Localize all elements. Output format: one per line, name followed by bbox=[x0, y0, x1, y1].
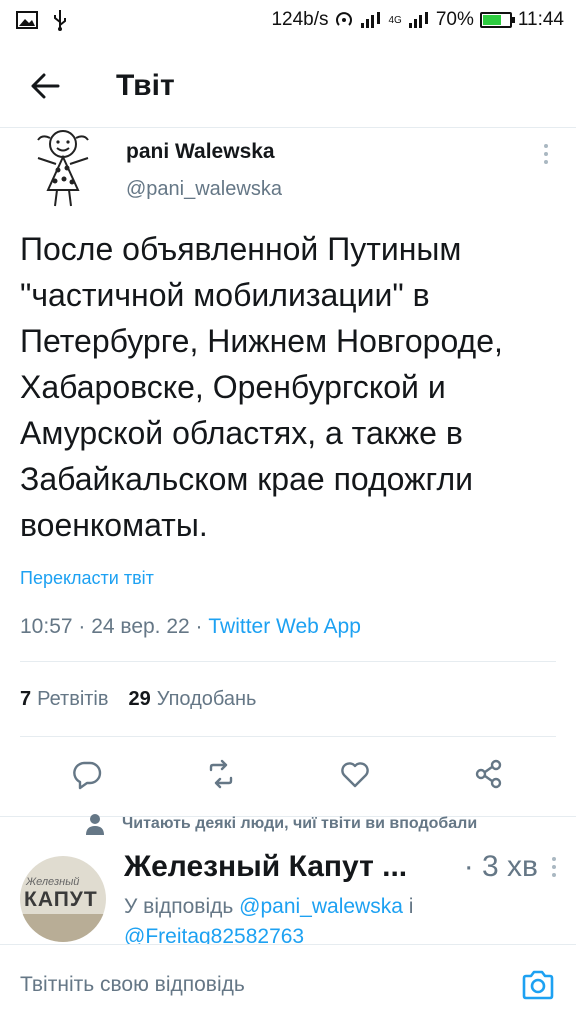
back-button[interactable] bbox=[0, 44, 90, 128]
retweet-button[interactable] bbox=[205, 758, 237, 795]
heart-icon bbox=[341, 762, 369, 788]
network-speed: 124b/s bbox=[271, 9, 329, 30]
top-app-bar: Твіт bbox=[0, 44, 576, 128]
avatar[interactable] bbox=[20, 124, 106, 210]
like-button[interactable] bbox=[339, 758, 371, 795]
likes-label: Уподобань bbox=[156, 687, 257, 710]
reply-button[interactable] bbox=[71, 758, 103, 795]
reply-body: Железный Капут ... · 3 хв У відповідь @p… bbox=[124, 850, 556, 944]
battery-percent: 70% bbox=[435, 9, 474, 30]
clock: 11:44 bbox=[517, 9, 564, 30]
author-handle: @pani_walewska bbox=[126, 178, 282, 200]
doodle-girl-avatar bbox=[37, 130, 89, 207]
share-icon bbox=[475, 759, 502, 789]
usb-icon bbox=[52, 9, 68, 31]
tweet-timestamp: 10:57 · 24 вер. 22 · bbox=[20, 615, 209, 638]
suggestion-text: Читають деякі люди, чиї твіти ви вподоба… bbox=[122, 815, 478, 832]
more-dot-icon bbox=[552, 857, 556, 861]
author-display-name: pani Walewska bbox=[126, 140, 275, 163]
mention-link[interactable]: @pani_walewska bbox=[239, 895, 403, 918]
person-icon bbox=[86, 814, 104, 835]
retweets-count: 7 bbox=[20, 687, 32, 710]
retweets-stat[interactable]: 7 Ретвітів bbox=[20, 688, 109, 711]
more-dot-icon bbox=[544, 152, 548, 156]
reply-to-join: і bbox=[402, 895, 414, 918]
retweets-label: Ретвітів bbox=[37, 687, 109, 710]
likes-count: 29 bbox=[128, 687, 151, 710]
reply-to-line: У відповідь @pani_walewska і @Freitag825… bbox=[124, 892, 556, 944]
battery-icon bbox=[479, 12, 515, 28]
reply-input-placeholder[interactable]: Твітніть свою відповідь bbox=[20, 973, 520, 997]
reply-more-button[interactable] bbox=[552, 857, 556, 877]
reply-header: Железный Капут ... · 3 хв bbox=[124, 850, 556, 884]
image-icon bbox=[16, 11, 38, 29]
reply-icon bbox=[73, 761, 102, 790]
tweet-text: После объявленной Путиным "частичной моб… bbox=[20, 231, 503, 543]
tweet-actions bbox=[0, 737, 576, 817]
signal-icon bbox=[360, 11, 382, 29]
tweet-detail: pani Walewska @pani_walewska После объяв… bbox=[0, 128, 576, 817]
hotspot-icon bbox=[334, 10, 354, 30]
signal-4g-icon bbox=[408, 11, 430, 29]
reply-tweet[interactable]: Железный КАПУТ Железный Капут ... · 3 хв… bbox=[0, 840, 576, 944]
more-options-button[interactable] bbox=[536, 138, 556, 164]
more-dot-icon bbox=[552, 873, 556, 877]
tweet-source-link[interactable]: Twitter Web App bbox=[208, 615, 361, 638]
likes-stat[interactable]: 29 Уподобань bbox=[129, 688, 257, 711]
mention-link[interactable]: @Freitag82582763 bbox=[124, 925, 304, 944]
network-type: 4G bbox=[388, 14, 402, 26]
battery-fill bbox=[482, 15, 502, 25]
page-title: Твіт bbox=[116, 68, 175, 102]
tweet-author: pani Walewska @pani_walewska bbox=[0, 128, 576, 220]
reply-avatar[interactable]: Железный КАПУТ bbox=[20, 856, 106, 942]
retweet-icon bbox=[209, 759, 233, 789]
arrow-left-icon bbox=[31, 73, 60, 98]
reply-avatar-text-main: КАПУТ bbox=[24, 888, 98, 911]
more-dot-icon bbox=[552, 865, 556, 869]
share-button[interactable] bbox=[473, 758, 505, 795]
reply-time: · 3 хв bbox=[463, 850, 538, 883]
reply-compose-bar[interactable]: Твітніть свою відповідь bbox=[0, 944, 576, 1024]
reply-avatar-floor bbox=[20, 914, 106, 942]
reply-author-name[interactable]: Железный Капут ... bbox=[124, 850, 407, 884]
camera-icon[interactable] bbox=[520, 967, 556, 1003]
author-names[interactable]: pani Walewska @pani_walewska bbox=[126, 140, 282, 201]
more-dot-icon bbox=[544, 160, 548, 164]
more-dot-icon bbox=[544, 144, 548, 148]
tweet-metadata: 10:57 · 24 вер. 22 · Twitter Web App bbox=[0, 615, 576, 639]
suggestion-context: Читають деякі люди, чиї твіти ви вподоба… bbox=[0, 808, 576, 840]
tweet-stats: 7 Ретвітів 29 Уподобань bbox=[0, 662, 576, 736]
translate-tweet-link[interactable]: Перекласти твіт bbox=[0, 568, 576, 589]
status-bar: 124b/s 4G 70% 11:44 bbox=[0, 0, 576, 40]
reply-avatar-text-top: Железный bbox=[26, 876, 80, 888]
reply-to-prefix: У відповідь bbox=[124, 895, 240, 918]
